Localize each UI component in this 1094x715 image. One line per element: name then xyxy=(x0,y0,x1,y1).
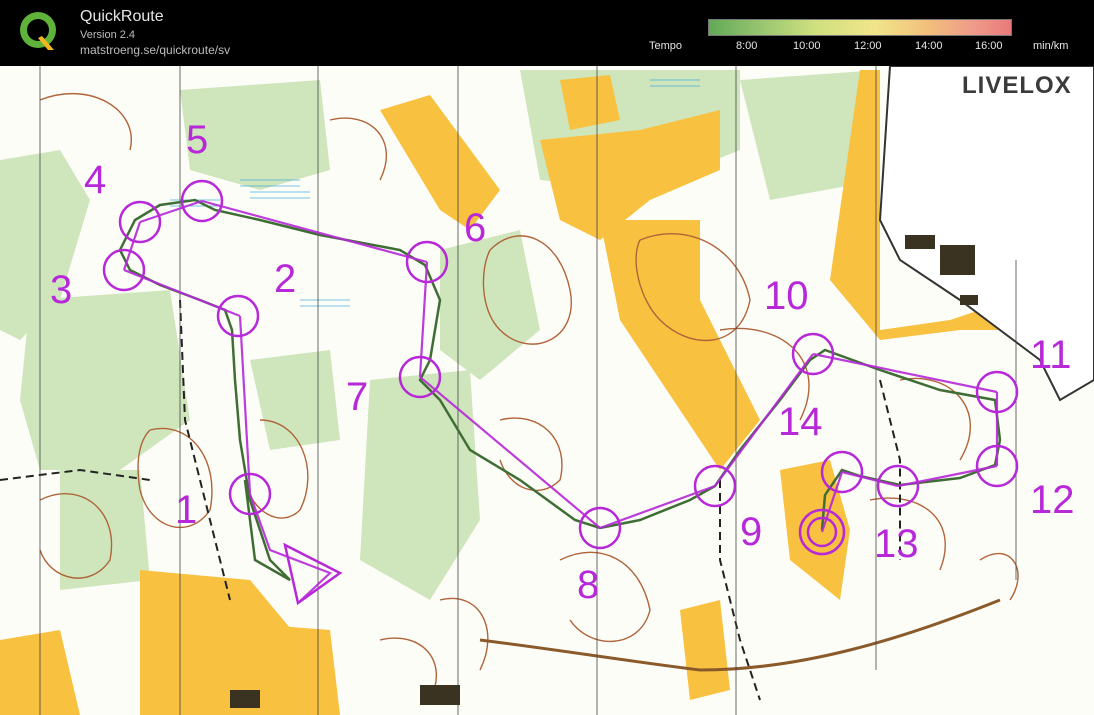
control-number: 11 xyxy=(1030,333,1072,377)
tempo-label: Tempo xyxy=(649,40,683,52)
control-number: 10 xyxy=(764,274,809,318)
orienteering-map[interactable] xyxy=(0,66,1094,715)
tempo-tick: 10:00 xyxy=(793,40,821,52)
control-number: 5 xyxy=(186,118,209,162)
control-number: 3 xyxy=(50,268,73,312)
tempo-tick: 8:00 xyxy=(736,40,758,52)
tempo-tick: 16:00 xyxy=(975,40,1003,52)
control-number: 7 xyxy=(346,375,369,419)
tempo-unit: min/km xyxy=(1033,40,1069,52)
livelox-watermark: LIVELOX xyxy=(962,72,1072,99)
control-number: 2 xyxy=(274,257,297,301)
tempo-tick: 12:00 xyxy=(854,40,882,52)
header-bar: QuickRoute Version 2.4 matstroeng.se/qui… xyxy=(0,0,1094,66)
app-version: Version 2.4 xyxy=(80,29,136,41)
quickroute-logo-icon xyxy=(20,12,56,50)
app-title: QuickRoute xyxy=(80,8,164,25)
tempo-tick: 14:00 xyxy=(915,40,943,52)
control-number: 4 xyxy=(84,158,107,202)
control-number: 8 xyxy=(577,563,600,607)
control-number: 13 xyxy=(874,522,919,566)
control-number: 9 xyxy=(740,510,763,554)
tempo-color-scale xyxy=(708,19,1012,36)
control-number: 14 xyxy=(778,400,823,444)
control-number: 1 xyxy=(175,488,198,532)
control-number: 12 xyxy=(1030,478,1075,522)
app-url[interactable]: matstroeng.se/quickroute/sv xyxy=(80,43,230,57)
control-number: 6 xyxy=(464,206,487,250)
